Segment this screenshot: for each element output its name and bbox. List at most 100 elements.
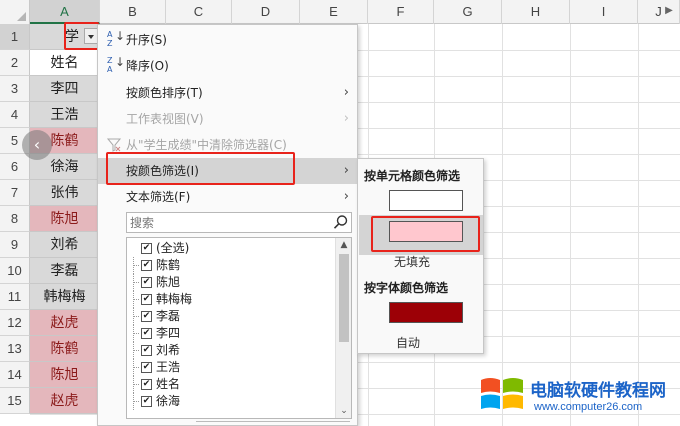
checkbox[interactable]: ✔: [141, 260, 152, 271]
tree-line: [133, 367, 139, 368]
checkbox[interactable]: ✔: [141, 311, 152, 322]
corner-triangle-icon: [17, 12, 26, 21]
checkbox[interactable]: ✔: [141, 243, 152, 254]
checkbox[interactable]: ✔: [141, 379, 152, 390]
menu-item-label: 升序(S): [126, 33, 167, 47]
windows-logo-icon: [481, 378, 523, 409]
checkbox[interactable]: ✔: [141, 294, 152, 305]
column-header-c[interactable]: C: [166, 0, 232, 24]
scroll-down-icon[interactable]: ⌄: [336, 404, 351, 418]
search-field[interactable]: [126, 212, 352, 233]
cell-a15[interactable]: 赵虎: [30, 388, 100, 414]
tree-line: [133, 333, 139, 334]
column-header-d[interactable]: D: [232, 0, 300, 24]
tree-line: [133, 401, 139, 402]
column-header-f[interactable]: F: [368, 0, 434, 24]
tree-line: [133, 384, 139, 385]
cell-a4[interactable]: 王浩: [30, 102, 100, 128]
annotation-box-pink-swatch: [371, 216, 480, 252]
list-scrollbar[interactable]: ▲ ⌄: [335, 238, 351, 418]
filter-dropdown-menu: A Z ↓ 升序(S) Z A ↓ 降序(O) 按颜色排序(T) › 工作表视图(V) …: [97, 24, 358, 426]
row-header-12[interactable]: 12: [0, 310, 30, 336]
list-item-label: 徐海: [156, 394, 181, 408]
cell-a3[interactable]: 李四: [30, 76, 100, 102]
gridline: [570, 24, 571, 426]
menu-item-label: 文本筛选(F): [126, 190, 191, 204]
scroll-right-icon[interactable]: ▶: [662, 4, 676, 18]
row-header-15[interactable]: 15: [0, 388, 30, 414]
column-header-b[interactable]: B: [100, 0, 166, 24]
column-header-g[interactable]: G: [434, 0, 502, 24]
chevron-right-icon: ›: [343, 85, 349, 100]
checkbox[interactable]: ✔: [141, 396, 152, 407]
scrollbar-thumb[interactable]: [339, 254, 349, 342]
cell-a7[interactable]: 张伟: [30, 180, 100, 206]
row-header-11[interactable]: 11: [0, 284, 30, 310]
menu-item-sheet-view: 工作表视图(V) ›: [98, 106, 357, 132]
column-header-i[interactable]: I: [570, 0, 638, 24]
menu-item-label: 工作表视图(V): [126, 112, 204, 126]
list-item-label: 李磊: [156, 309, 181, 323]
scroll-up-icon[interactable]: ▲: [336, 238, 351, 252]
column-header-h[interactable]: H: [502, 0, 570, 24]
list-item-label: 陈鹤: [156, 258, 181, 272]
watermark-title: 电脑软硬件教程网: [530, 381, 666, 401]
row-header-10[interactable]: 10: [0, 258, 30, 284]
sort-descending-icon: Z A ↓: [107, 55, 126, 74]
annotation-box-filter-by-color: [106, 152, 295, 185]
no-fill-label[interactable]: 无填充: [394, 253, 430, 270]
watermark: 电脑软硬件教程网 www.computer26.com: [470, 368, 680, 426]
gridline: [638, 24, 639, 426]
checkbox[interactable]: ✔: [141, 362, 152, 373]
color-filter-submenu: 按单元格颜色筛选 无填充 按字体颜色筛选 自动: [357, 158, 484, 354]
checkbox[interactable]: ✔: [141, 328, 152, 339]
annotation-box-filter: [64, 22, 99, 50]
cell-a2[interactable]: 姓名: [30, 50, 100, 76]
row-header-6[interactable]: 6: [0, 154, 30, 180]
row-header-1[interactable]: 1: [0, 24, 30, 50]
list-item-label: 王浩: [156, 360, 181, 374]
font-color-filter-title: 按字体颜色筛选: [364, 281, 449, 295]
cell-a11[interactable]: 韩梅梅: [30, 284, 100, 310]
auto-label[interactable]: 自动: [396, 334, 420, 351]
chevron-right-icon: ›: [343, 189, 349, 204]
select-all-corner[interactable]: [0, 0, 30, 24]
list-item-label: 姓名: [156, 377, 181, 391]
menu-item-sort-by-color[interactable]: 按颜色排序(T) ›: [98, 80, 357, 106]
column-header-a[interactable]: A: [30, 0, 100, 24]
swatch-dark-red-font[interactable]: [389, 302, 463, 323]
list-item-label: (全选): [156, 241, 190, 255]
row-header-4[interactable]: 4: [0, 102, 30, 128]
cell-a9[interactable]: 刘希: [30, 232, 100, 258]
cell-a12[interactable]: 赵虎: [30, 310, 100, 336]
cell-a14[interactable]: 陈旭: [30, 362, 100, 388]
checkbox[interactable]: ✔: [141, 345, 152, 356]
row-header-9[interactable]: 9: [0, 232, 30, 258]
chevron-right-icon: ›: [343, 163, 349, 178]
row-header-2[interactable]: 2: [0, 50, 30, 76]
tree-line: [133, 316, 139, 317]
menu-item-sort-ascending[interactable]: A Z ↓ 升序(S): [98, 27, 357, 53]
menu-item-sort-descending[interactable]: Z A ↓ 降序(O): [98, 53, 357, 79]
cell-a10[interactable]: 李磊: [30, 258, 100, 284]
list-item-label: 韩梅梅: [156, 292, 193, 306]
tree-line: [133, 282, 139, 283]
row-header-7[interactable]: 7: [0, 180, 30, 206]
gridline: [502, 24, 503, 426]
search-input[interactable]: [130, 214, 330, 231]
search-icon[interactable]: [333, 214, 349, 230]
cancel-button-edge: [278, 421, 350, 425]
row-header-14[interactable]: 14: [0, 362, 30, 388]
row-header-13[interactable]: 13: [0, 336, 30, 362]
cell-a8[interactable]: 陈旭: [30, 206, 100, 232]
row-header-8[interactable]: 8: [0, 206, 30, 232]
swatch-no-fill-white[interactable]: [389, 190, 463, 211]
menu-item-text-filter[interactable]: 文本筛选(F) ›: [98, 184, 357, 210]
row-header-3[interactable]: 3: [0, 76, 30, 102]
cell-a13[interactable]: 陈鹤: [30, 336, 100, 362]
column-header-e[interactable]: E: [300, 0, 368, 24]
watermark-url: www.computer26.com: [534, 401, 643, 413]
clear-filter-icon: [107, 138, 121, 152]
chevron-left-icon[interactable]: ‹: [22, 130, 52, 160]
checkbox[interactable]: ✔: [141, 277, 152, 288]
